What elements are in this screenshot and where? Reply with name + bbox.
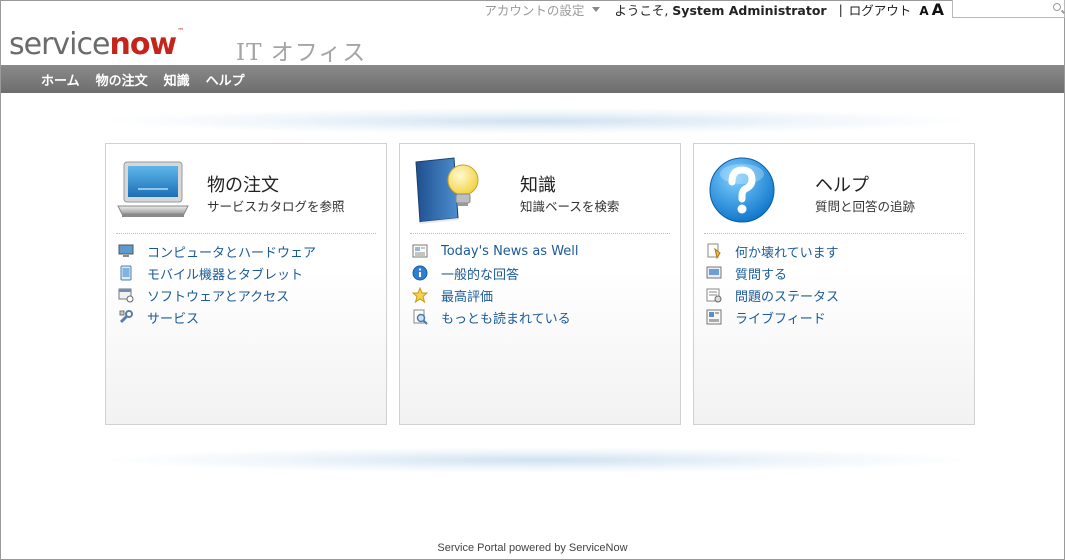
tablet-icon (120, 265, 132, 281)
list-item[interactable]: もっとも読まれている (412, 306, 579, 328)
list-item[interactable]: 一般的な回答 (412, 262, 579, 284)
bottom-shadow (110, 447, 965, 473)
link-common-answers[interactable]: 一般的な回答 (441, 264, 519, 283)
status-icon (706, 288, 722, 303)
link-services[interactable]: サービス (147, 308, 199, 327)
panel-order-header[interactable]: 物の注文 サービスカタログを参照 (106, 144, 386, 232)
nav-item-home[interactable]: ホーム (41, 70, 80, 89)
panel-links: コンピュータとハードウェア モバイル機器とタブレット ソフトウェアとアクセス サ… (118, 240, 316, 328)
list-item[interactable]: 最高評価 (412, 284, 579, 306)
panel-links: Today's News as Well 一般的な回答 最高評価 もっとも読まれ… (412, 240, 579, 328)
link-live-feed[interactable]: ライブフィード (735, 308, 826, 327)
top-shadow (110, 108, 965, 134)
font-increase-button[interactable]: A (932, 0, 944, 19)
link-issue-status[interactable]: 問題のステータス (735, 286, 839, 305)
top-utility-bar: アカウントの設定 ようこそ, System Administrator | ログ… (484, 0, 1065, 19)
list-item[interactable]: ライブフィード (706, 306, 839, 328)
divider (704, 233, 964, 234)
caret-down-icon (592, 6, 601, 12)
link-computers-hardware[interactable]: コンピュータとハードウェア (147, 242, 316, 261)
nav-item-knowledge[interactable]: 知識 (164, 70, 190, 89)
list-item[interactable]: 問題のステータス (706, 284, 839, 306)
account-settings-label: アカウントの設定 (484, 2, 585, 18)
search-icon[interactable] (1053, 3, 1061, 11)
wrench-icon (119, 310, 133, 324)
panel-subtitle: サービスカタログを参照 (207, 199, 345, 214)
star-icon (412, 287, 428, 303)
link-something-broken[interactable]: 何か壊れています (735, 242, 839, 261)
list-item[interactable]: 質問する (706, 262, 839, 284)
logo-service-text: service (9, 27, 110, 62)
account-settings-menu[interactable]: アカウントの設定 (484, 0, 601, 19)
link-todays-news[interactable]: Today's News as Well (441, 244, 579, 259)
welcome-prefix: ようこそ, (614, 2, 673, 18)
nav-item-help[interactable]: ヘルプ (206, 70, 245, 89)
list-item[interactable]: Today's News as Well (412, 240, 579, 262)
portal-subtitle: IT オフィス (236, 40, 367, 66)
ask-icon (706, 266, 722, 279)
font-decrease-button[interactable]: A (919, 4, 928, 18)
list-item[interactable]: ソフトウェアとアクセス (118, 284, 316, 306)
panel-title[interactable]: 物の注文 (207, 171, 279, 197)
search-input[interactable] (952, 0, 1065, 18)
logout-link[interactable]: ログアウト (849, 0, 912, 19)
welcome-text: ようこそ, System Administrator (614, 0, 826, 19)
separator: | (838, 1, 843, 17)
footer-text: Service Portal powered by ServiceNow (437, 542, 628, 554)
panel-knowledge: 知識 知識ベースを検索 Today's News as Well 一般的な回答 … (399, 143, 681, 425)
book-bulb-icon (415, 157, 479, 224)
panel-title[interactable]: ヘルプ (815, 171, 869, 197)
panel-subtitle: 知識ベースを検索 (520, 199, 620, 214)
monitor-icon (118, 244, 134, 257)
servicenow-logo[interactable]: servicenow ™ (9, 22, 184, 60)
trademark-symbol: ™ (177, 27, 185, 35)
nav-item-order[interactable]: 物の注文 (96, 70, 148, 89)
software-icon (118, 288, 134, 303)
font-size-controls: A A (919, 0, 944, 19)
link-software-access[interactable]: ソフトウェアとアクセス (147, 286, 289, 305)
logo-wordmark: servicenow (9, 27, 177, 62)
list-item[interactable]: コンピュータとハードウェア (118, 240, 316, 262)
link-most-read[interactable]: もっとも読まれている (441, 308, 571, 327)
list-item[interactable]: モバイル機器とタブレット (118, 262, 316, 284)
list-item[interactable]: 何か壊れています (706, 240, 839, 262)
help-question-icon (709, 157, 775, 223)
list-item[interactable]: サービス (118, 306, 316, 328)
user-name: System Administrator (672, 2, 827, 18)
panel-order: 物の注文 サービスカタログを参照 コンピュータとハードウェア モバイル機器とタブ… (105, 143, 387, 425)
broken-doc-icon (707, 243, 721, 259)
divider (116, 233, 376, 234)
news-icon (412, 244, 428, 258)
magnifier-doc-icon (413, 309, 428, 325)
link-top-rated[interactable]: 最高評価 (441, 286, 493, 305)
logo-now-text: now (109, 27, 177, 62)
panel-links: 何か壊れています 質問する 問題のステータス ライブフィード (706, 240, 839, 328)
panel-subtitle: 質問と回答の追跡 (815, 199, 916, 214)
panel-knowledge-header[interactable]: 知識 知識ベースを検索 (400, 144, 680, 232)
panel-help-header[interactable]: ヘルプ 質問と回答の追跡 (694, 144, 974, 232)
link-ask-question[interactable]: 質問する (735, 264, 787, 283)
link-mobile-tablets[interactable]: モバイル機器とタブレット (147, 264, 303, 283)
divider (410, 233, 670, 234)
main-nav: ホーム 物の注文 知識 ヘルプ (1, 65, 1064, 93)
laptop-icon (117, 161, 189, 217)
live-feed-icon (706, 309, 722, 325)
panel-title[interactable]: 知識 (520, 171, 556, 197)
panel-help: ヘルプ 質問と回答の追跡 何か壊れています 質問する 問題のステータス ライブフ… (693, 143, 975, 425)
info-icon (412, 265, 428, 281)
